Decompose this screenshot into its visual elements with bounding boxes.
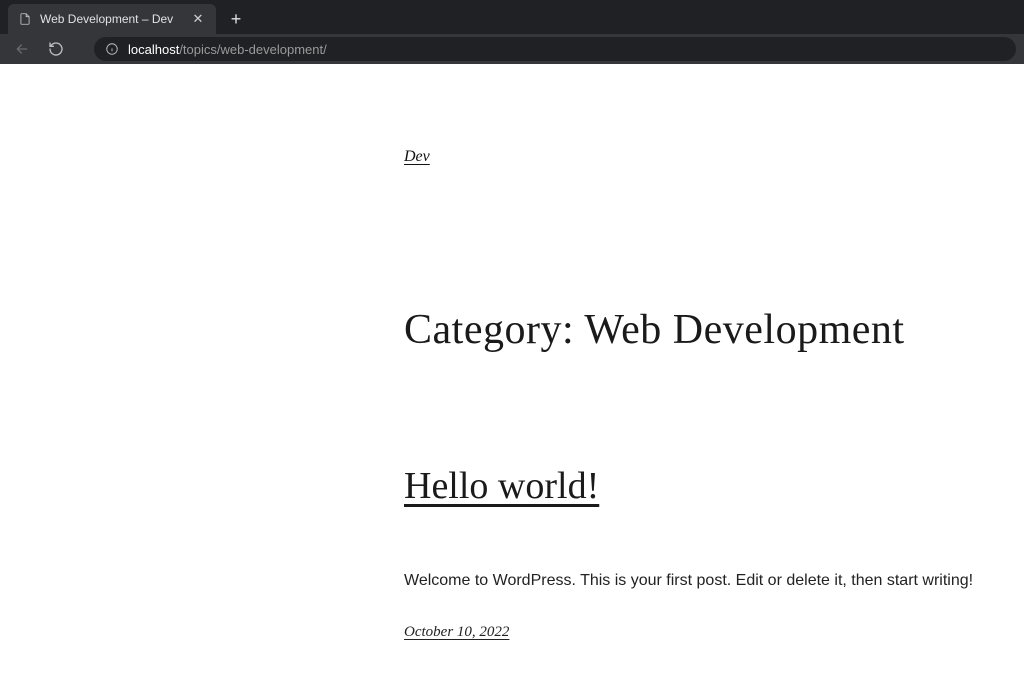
page-icon	[18, 12, 32, 26]
url-host: localhost	[128, 42, 179, 57]
category-heading-prefix: Category:	[404, 307, 584, 353]
tab-title: Web Development – Dev	[40, 12, 182, 26]
page-viewport: Dev Category: Web Development Hello worl…	[0, 64, 1024, 676]
address-bar[interactable]: localhost/topics/web-development/	[94, 37, 1016, 61]
browser-tab[interactable]: Web Development – Dev ✕	[8, 4, 216, 34]
url-path: /topics/web-development/	[179, 42, 326, 57]
close-icon[interactable]: ✕	[190, 11, 206, 27]
page-content: Dev Category: Web Development Hello worl…	[404, 64, 1024, 641]
url-text: localhost/topics/web-development/	[128, 42, 327, 57]
tab-strip: Web Development – Dev ✕ +	[0, 0, 1024, 34]
browser-toolbar: localhost/topics/web-development/	[0, 34, 1024, 64]
category-name: Web Development	[584, 307, 904, 353]
site-title-link[interactable]: Dev	[404, 148, 430, 166]
post-title-link[interactable]: Hello world!	[404, 464, 599, 508]
site-info-icon[interactable]	[104, 41, 120, 57]
post-date-link[interactable]: October 10, 2022	[404, 624, 509, 641]
post-excerpt: Welcome to WordPress. This is your first…	[404, 572, 1024, 590]
category-heading: Category: Web Development	[404, 306, 1024, 354]
new-tab-button[interactable]: +	[222, 5, 250, 33]
reload-button[interactable]	[42, 37, 70, 61]
back-button[interactable]	[8, 37, 36, 61]
browser-chrome: Web Development – Dev ✕ + localhost/topi…	[0, 0, 1024, 64]
